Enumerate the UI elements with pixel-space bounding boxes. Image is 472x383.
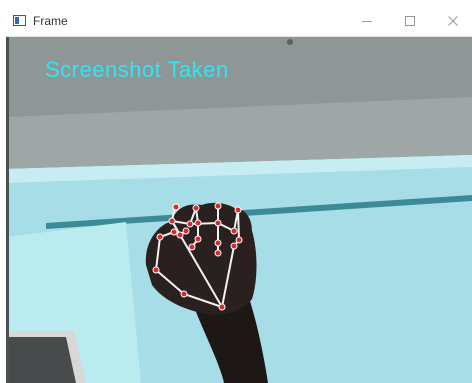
landmark-point: [188, 243, 196, 251]
close-button[interactable]: [433, 6, 472, 36]
landmark-point: [194, 235, 202, 243]
landmark-point: [214, 249, 222, 257]
minimize-button[interactable]: [347, 6, 387, 36]
landmark-point: [214, 202, 222, 210]
maximize-icon: [405, 16, 415, 26]
landmark-point: [230, 227, 238, 235]
landmark-point: [235, 236, 243, 244]
landmark-point: [192, 204, 200, 212]
landmark-point: [176, 231, 184, 239]
landmark-point: [182, 227, 190, 235]
landmark-point: [152, 266, 160, 274]
minimize-icon: [362, 21, 372, 22]
window-title: Frame: [33, 14, 68, 28]
app-window: Frame Screenshot Taken: [6, 6, 472, 383]
camera-feed: Screenshot Taken: [6, 37, 472, 383]
camera-scene: [6, 37, 472, 383]
frame-edge: [6, 37, 9, 383]
landmark-point: [214, 239, 222, 247]
landmark-point: [214, 219, 222, 227]
title-bar[interactable]: Frame: [6, 6, 472, 37]
close-icon: [448, 16, 458, 26]
app-icon: [13, 15, 26, 26]
landmark-point: [180, 290, 188, 298]
landmark-point: [156, 233, 164, 241]
landmark-point: [234, 206, 242, 214]
landmark-point: [230, 242, 238, 250]
landmark-point: [186, 220, 194, 228]
landmark-point: [194, 219, 202, 227]
landmark-point: [168, 217, 176, 225]
status-overlay-text: Screenshot Taken: [45, 57, 229, 82]
door-shadow: [6, 337, 76, 383]
ceiling-fixture: [287, 39, 293, 45]
landmark-point: [170, 228, 178, 236]
maximize-button[interactable]: [390, 6, 430, 36]
landmark-point: [172, 203, 180, 211]
landmark-point: [218, 303, 226, 311]
